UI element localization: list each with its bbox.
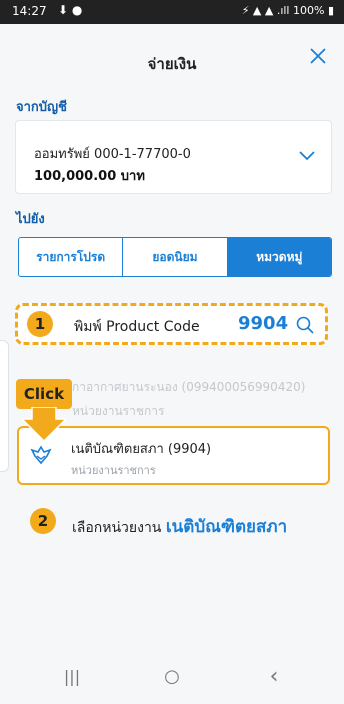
- faded-item-name: กาอากาศยานระนอง (099400056990420): [72, 380, 306, 394]
- payee-tabs: รายการโปรด ยอดนิยม หมวดหมู่: [18, 237, 332, 277]
- home-icon[interactable]: ○: [152, 650, 192, 704]
- page-header: จ่ายเงิน: [0, 24, 344, 94]
- tab-favorites[interactable]: รายการโปรด: [19, 238, 124, 276]
- account-balance: 100,000.00 บาท: [34, 169, 145, 184]
- android-nav-bar: ||| ○ ‹: [0, 650, 344, 704]
- status-time: 14:27: [12, 4, 47, 18]
- notification-icons: ⬇ ●: [58, 3, 83, 17]
- account-name: ออมทรัพย์ 000-1-77700-0: [34, 147, 191, 162]
- chevron-down-icon: [299, 151, 315, 161]
- arrow-down-icon: [22, 407, 66, 441]
- step-badge-1: 1: [27, 311, 53, 337]
- step2-highlight: เนติบัณฑิตยสภา: [165, 517, 288, 537]
- status-bar: 14:27 ⬇ ● ⚡ ▲ ▲ .ıll 100% ▮: [0, 0, 344, 24]
- thai-bar-logo-icon: [30, 445, 52, 465]
- close-icon[interactable]: [306, 46, 330, 70]
- battery-icon: ▮: [327, 4, 334, 17]
- tab-categories[interactable]: หมวดหมู่: [227, 238, 331, 276]
- click-label: Click: [16, 379, 72, 409]
- recent-apps-icon[interactable]: |||: [52, 650, 92, 704]
- battery-percent: 100%: [292, 4, 325, 17]
- page-title: จ่ายเงิน: [147, 55, 197, 73]
- step2-instruction: เลือกหน่วยงาน เนติบัณฑิตยสภา: [72, 513, 287, 540]
- product-code-search[interactable]: 1 พิมพ์ Product Code 9904: [15, 303, 328, 345]
- from-account-label: จากบัญชี: [16, 100, 67, 115]
- to-section-label: ไปยัง: [16, 212, 45, 227]
- tab-popular[interactable]: ยอดนิยม: [123, 238, 228, 276]
- back-icon[interactable]: ‹: [254, 650, 294, 704]
- signal-icon: ⚡ ▲ ▲ .ıll: [241, 4, 293, 17]
- step-badge-2: 2: [30, 508, 56, 534]
- step2-text: เลือกหน่วยงาน: [72, 520, 162, 536]
- search-icon: [296, 316, 314, 334]
- status-right: ⚡ ▲ ▲ .ıll 100% ▮: [242, 4, 334, 17]
- faded-item-category: หน่วยงานราชการ: [72, 404, 165, 418]
- close-icon-svg: [310, 48, 326, 64]
- search-code: 9904: [238, 313, 289, 334]
- click-callout: Click: [16, 379, 72, 441]
- from-account-selector[interactable]: ออมทรัพย์ 000-1-77700-0 100,000.00 บาท: [15, 120, 332, 194]
- panel-edge: [0, 340, 9, 472]
- result-name: เนติบัณฑิตยสภา (9904): [71, 442, 212, 457]
- result-category: หน่วยงานราชการ: [71, 464, 156, 477]
- search-prompt: พิมพ์ Product Code: [74, 319, 200, 335]
